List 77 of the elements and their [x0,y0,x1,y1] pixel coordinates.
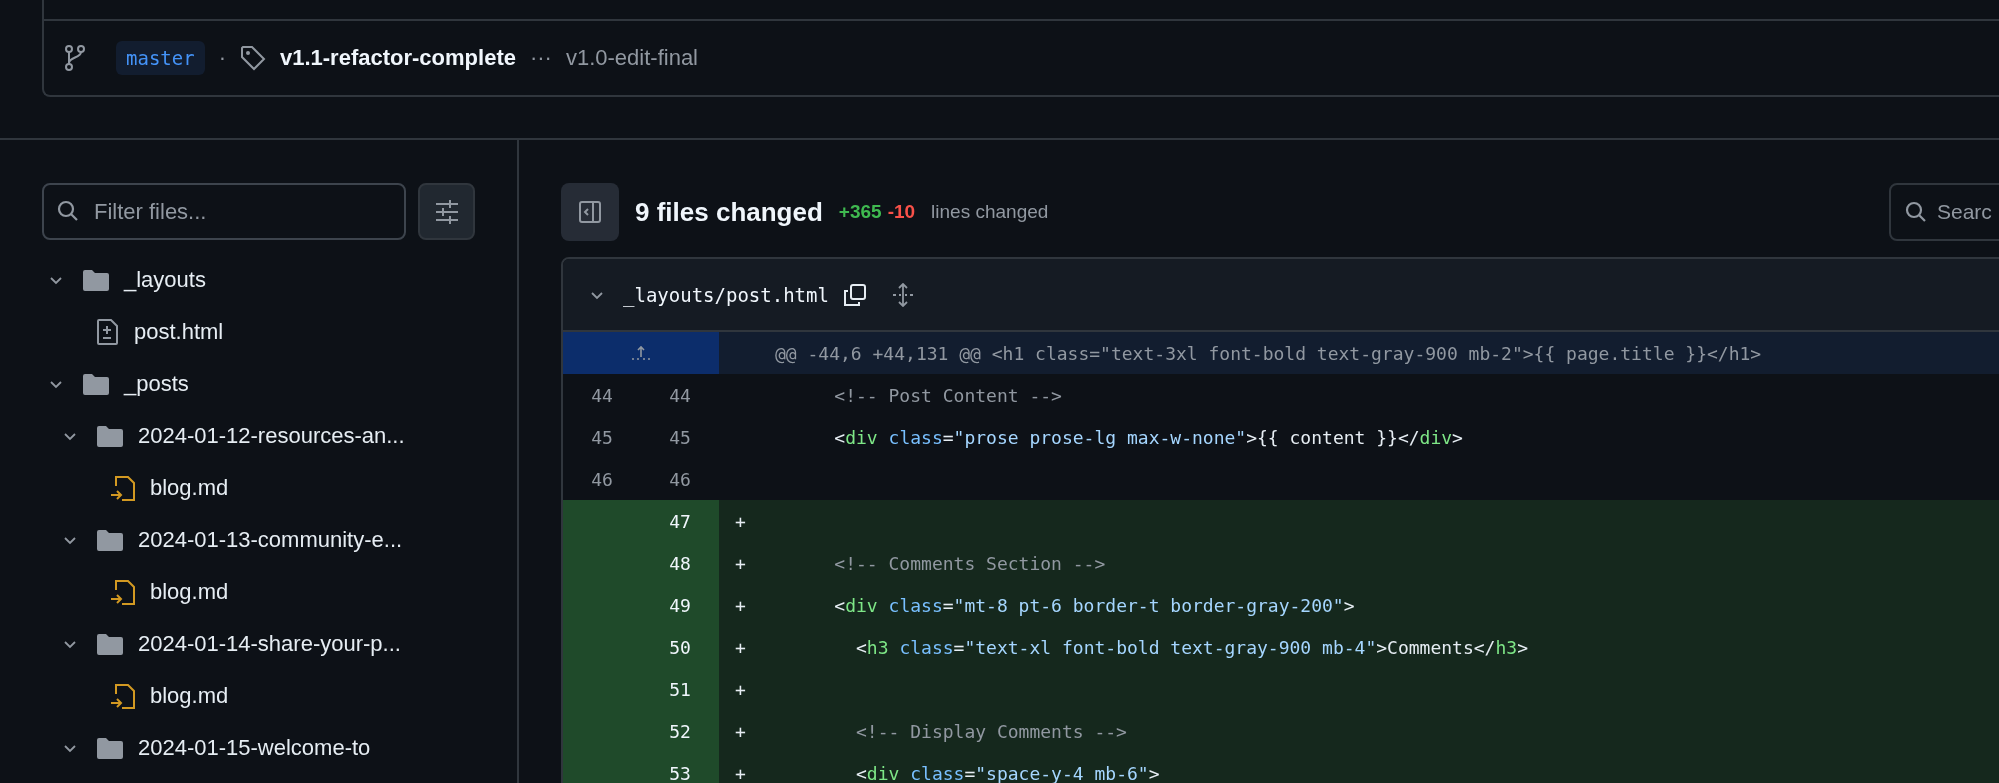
file-name: blog.md [150,683,229,709]
folder-name: 2024-01-14-share-your-p... [138,631,401,657]
plus-sign: + [735,594,747,616]
tag-icon [239,45,266,71]
code-line: <!-- Post Content --> [833,384,1062,406]
separator-dot: · [218,45,226,71]
new-line-number: 46 [668,468,692,490]
code-line: <div class="space-y-4 mb-6"> [855,762,1160,783]
additions-count: +365 [838,201,882,223]
folder-name: 2024-01-15-welcome-to [138,735,371,761]
file-path: _layouts/post.html [623,283,829,306]
code-line: <div class="mt-8 pt-6 border-t border-gray-200"> [833,594,1355,616]
expand-icon[interactable] [890,282,915,307]
file-name: post.html [134,319,224,345]
old-line-number: 46 [590,468,614,490]
folder-row[interactable]: _posts [0,358,517,410]
compare-tag-name[interactable]: v1.0-edit-final [565,45,698,71]
code-line: <!-- Display Comments --> [855,720,1127,742]
new-line-number: 53 [668,762,692,783]
folder-row[interactable]: 2024-01-13-community-e... [0,514,517,566]
plus-sign: + [735,762,747,783]
panel-icon [578,200,602,224]
file-row[interactable]: blog.md [0,462,517,514]
branch-label[interactable]: master [116,41,205,75]
tag-name[interactable]: v1.1-refactor-complete [279,45,516,71]
code-line: <h3 class="text-xl font-bold text-gray-900 mb-4">Comments</h3> [855,636,1528,658]
folder-icon [96,736,124,760]
new-line-number: 51 [668,678,692,700]
file-row[interactable]: blog.md [0,566,517,618]
code-line: <div class="prose prose-lg max-w-none">{{ content }}</div> [833,426,1463,448]
new-line-number: 47 [668,510,692,532]
new-line-number: 50 [668,636,692,658]
folder-row[interactable]: 2024-01-12-resources-an... [0,410,517,462]
new-line-number: 52 [668,720,692,742]
new-line-number: 48 [668,552,692,574]
new-line-number: 45 [668,426,692,448]
search-icon [57,200,79,222]
branch-icon [64,45,86,71]
folder-icon [82,372,110,396]
lines-changed-label: lines changed [931,201,1049,223]
old-line-number: 45 [590,426,614,448]
file-name: blog.md [150,579,229,605]
folder-icon [96,424,124,448]
sliders-icon [433,198,460,225]
new-line-number: 44 [668,384,692,406]
filter-settings-button[interactable] [418,183,475,240]
folder-name: _layouts [124,267,206,293]
ellipsis-text: ··· [529,45,552,71]
folder-name: _posts [124,371,189,397]
plus-sign: + [735,678,747,700]
old-line-number: 44 [590,384,614,406]
folder-row[interactable]: 2024-01-15-welcome-to [0,722,517,774]
code-line: <!-- Comments Section --> [833,552,1106,574]
folder-icon [96,632,124,656]
new-line-number: 49 [668,594,692,616]
plus-sign: + [735,636,747,658]
files-changed-title: 9 files changed [635,196,823,228]
plus-sign: + [735,720,747,742]
search-icon [1905,201,1927,223]
folder-name: 2024-01-12-resources-an... [138,423,405,449]
expand-up-icon [631,345,651,361]
plus-sign: + [735,510,747,532]
copy-icon[interactable] [842,282,867,307]
hunk-text: @@ -44,6 +44,131 @@ <h1 class="text-3xl font-bold text-gray-900 mb-2">{{ page.title }}</h1> [774,342,1762,364]
file-row[interactable]: blog.md [0,670,517,722]
search-button[interactable]: Searc [1889,183,1999,241]
folder-row[interactable]: _layouts [0,254,517,306]
folder-icon [82,268,110,292]
file-name: blog.md [150,475,229,501]
filter-field[interactable]: Filter files... [42,183,406,240]
file-row[interactable]: post.html [0,306,517,358]
sidebar-toggle-button[interactable] [561,183,619,241]
folder-icon [96,528,124,552]
plus-sign: + [735,552,747,574]
folder-name: 2024-01-13-community-e... [138,527,403,553]
deletions-count: -10 [887,201,916,223]
folder-row[interactable]: 2024-01-14-share-your-p... [0,618,517,670]
